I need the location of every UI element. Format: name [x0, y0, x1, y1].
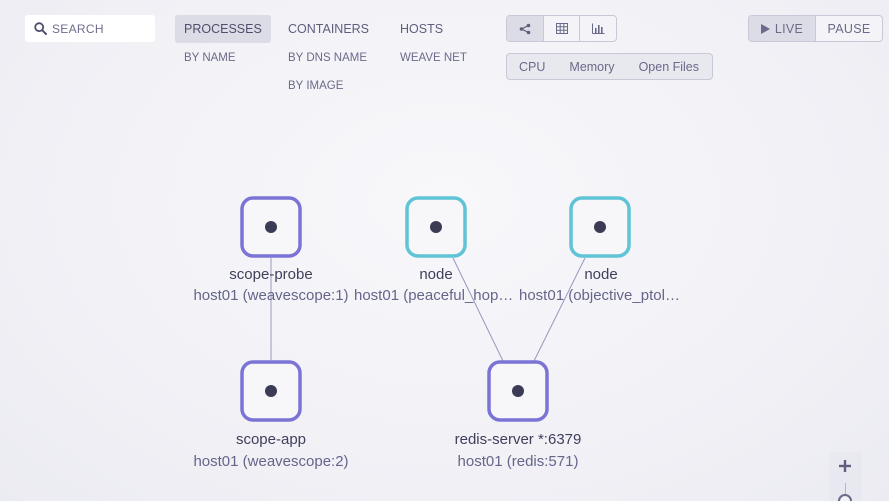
time-control: LIVE PAUSE [748, 15, 883, 42]
pause-button[interactable]: PAUSE [816, 16, 882, 41]
node-center-dot [512, 385, 524, 397]
node-title[interactable]: node [351, 266, 521, 283]
pause-label: PAUSE [827, 21, 871, 36]
graph-view-button[interactable] [507, 16, 544, 41]
topology-processes-by-name[interactable]: BY NAME [184, 52, 236, 64]
node-subtitle: host01 (weavescope:2) [193, 453, 349, 470]
view-mode-selector [506, 15, 617, 42]
topology-graph [240, 196, 631, 422]
topology-containers-by-dns-name[interactable]: BY DNS NAME [288, 52, 367, 64]
node-subtitle: host01 (peaceful_hopper:1) [354, 287, 521, 304]
table-view-button[interactable] [544, 16, 581, 41]
topology-containers[interactable]: CONTAINERS [279, 15, 378, 43]
node-subtitle: host01 (objective_ptolemy:1) [519, 287, 686, 304]
metric-memory[interactable]: Memory [557, 60, 626, 74]
search-input[interactable] [52, 21, 147, 36]
graph-icon [519, 23, 531, 34]
node-center-dot [265, 385, 277, 397]
search-icon [34, 22, 47, 35]
live-button[interactable]: LIVE [749, 16, 816, 41]
plus-icon[interactable] [837, 458, 853, 474]
node-title[interactable]: scope-app [186, 431, 356, 448]
table-icon [555, 23, 568, 34]
topology-weave-net[interactable]: WEAVE NET [400, 52, 467, 64]
topology-processes[interactable]: PROCESSES [175, 15, 271, 43]
node-title[interactable]: redis-server *:6379 [423, 431, 613, 448]
node-center-dot [430, 221, 442, 233]
live-label: LIVE [774, 21, 804, 36]
metric-selector: CPU Memory Open Files [506, 53, 713, 80]
node-center-dot [594, 221, 606, 233]
graph-node[interactable] [405, 196, 467, 258]
resources-view-button[interactable] [580, 16, 616, 41]
node-subtitle: host01 (redis:571) [457, 453, 579, 470]
graph-node[interactable] [240, 360, 302, 422]
topology-hosts[interactable]: HOSTS [391, 15, 452, 43]
node-title[interactable]: node [516, 266, 686, 283]
zoom-control [829, 452, 862, 501]
node-title[interactable]: scope-probe [186, 266, 356, 283]
play-icon [760, 23, 770, 34]
topology-containers-by-image[interactable]: BY IMAGE [288, 80, 343, 92]
node-subtitle: host01 (weavescope:1) [193, 287, 349, 304]
resources-icon [591, 23, 605, 34]
search-box[interactable] [25, 15, 155, 42]
graph-node[interactable] [487, 360, 549, 422]
zoom-slider-knob[interactable] [838, 494, 852, 501]
scope-app-window: scope-probe host01 (weavescope:1) node h… [0, 0, 889, 501]
graph-node[interactable] [569, 196, 631, 258]
metric-cpu[interactable]: CPU [507, 60, 557, 74]
metric-open-files[interactable]: Open Files [627, 60, 711, 74]
graph-node[interactable] [240, 196, 302, 258]
node-center-dot [265, 221, 277, 233]
